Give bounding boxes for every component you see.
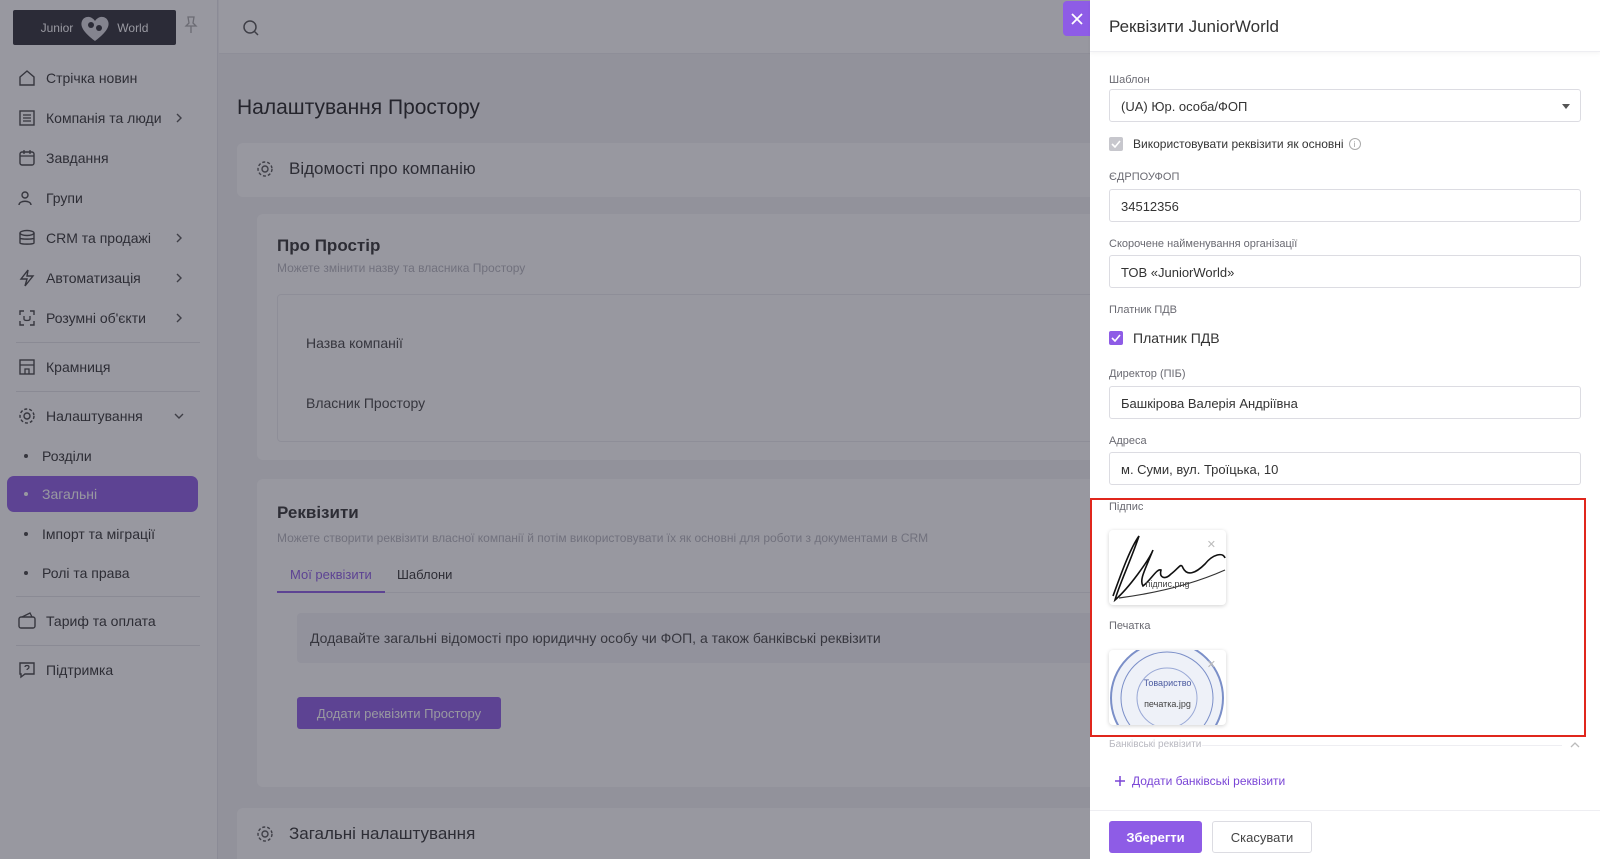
address-input[interactable]: м. Суми, вул. Троїцька, 10 <box>1109 452 1581 485</box>
drawer-footer: Зберегти Скасувати <box>1090 810 1600 859</box>
edrpou-label: ЄДРПОУФОП <box>1109 171 1180 183</box>
template-select[interactable]: (UA) Юр. особа/ФОП <box>1109 89 1581 122</box>
vat-row[interactable]: Платник ПДВ <box>1109 330 1220 346</box>
chevron-up-icon[interactable] <box>1570 740 1580 748</box>
highlight-box <box>1090 498 1586 737</box>
add-bank-label: Додати банківські реквізити <box>1132 774 1286 788</box>
drawer-title: Реквізити JuniorWorld <box>1109 17 1279 36</box>
modal-overlay[interactable] <box>0 0 1090 859</box>
check-icon <box>1111 334 1121 342</box>
check-icon <box>1111 140 1121 148</box>
close-drawer-button[interactable] <box>1063 1 1090 36</box>
use-as-main-checkbox[interactable] <box>1109 137 1123 151</box>
close-icon <box>1070 12 1083 25</box>
use-as-main-label: Використовувати реквізити як основні <box>1133 137 1344 151</box>
template-label: Шаблон <box>1109 74 1150 86</box>
cancel-button[interactable]: Скасувати <box>1212 821 1312 853</box>
info-icon[interactable]: i <box>1348 138 1361 150</box>
short-name-label: Скорочене найменування організації <box>1109 238 1298 250</box>
address-label: Адреса <box>1109 435 1147 447</box>
caret-down-icon <box>1562 104 1570 109</box>
edrpou-input[interactable]: 34512356 <box>1109 189 1581 222</box>
vat-checkbox[interactable] <box>1109 331 1123 345</box>
template-select-value: (UA) Юр. особа/ФОП <box>1121 99 1248 114</box>
bank-section-label: Банківські реквізити <box>1109 739 1202 750</box>
drawer-header: Реквізити JuniorWorld <box>1090 0 1600 52</box>
divider <box>1202 745 1562 746</box>
plus-icon <box>1115 776 1125 786</box>
add-bank-requisites-link[interactable]: Додати банківські реквізити <box>1114 774 1285 788</box>
director-input[interactable]: Башкірова Валерія Андріївна <box>1109 386 1581 419</box>
use-as-main-row[interactable]: Використовувати реквізити як основні i <box>1109 137 1361 151</box>
vat-label: Платник ПДВ <box>1109 304 1178 316</box>
short-name-input[interactable]: ТОВ «JuniorWorld» <box>1109 255 1581 288</box>
vat-checkbox-label: Платник ПДВ <box>1133 330 1220 346</box>
director-label: Директор (ПІБ) <box>1109 368 1186 380</box>
save-button[interactable]: Зберегти <box>1109 821 1202 853</box>
